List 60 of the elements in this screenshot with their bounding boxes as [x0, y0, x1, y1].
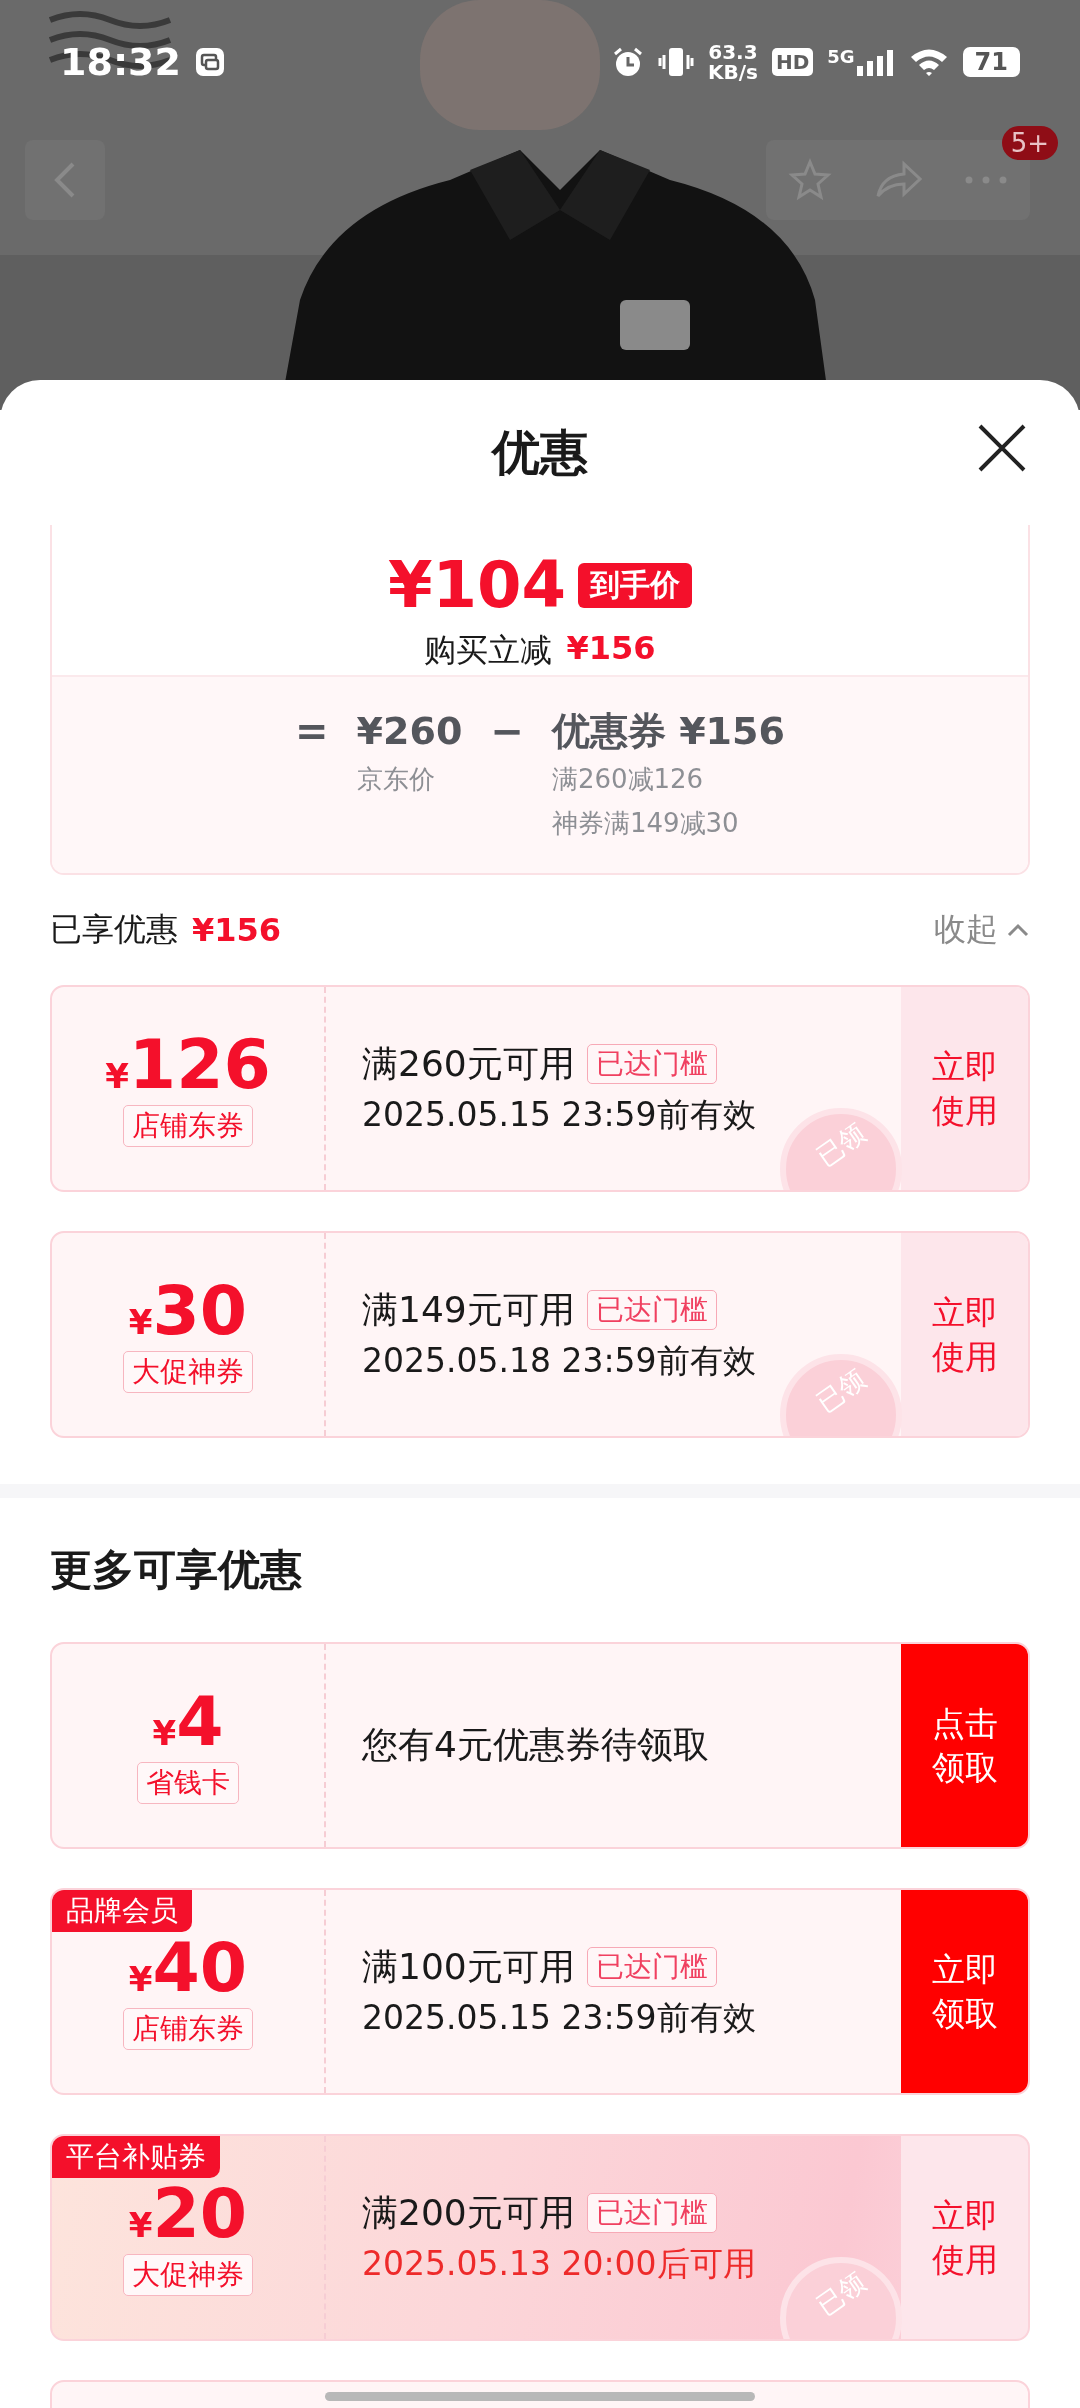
collapse-toggle[interactable]: 收起 [934, 908, 1030, 952]
section-title: 更多可享优惠 [50, 1544, 303, 1596]
coupon-amount: ¥126 [105, 1030, 271, 1099]
network-speed: 63.3 KB/s [708, 42, 758, 82]
applied-label: 已享优惠 [50, 909, 178, 950]
instant-discount-label: 购买立减 [424, 630, 553, 671]
threshold-badge: 已达门槛 [586, 1947, 717, 1987]
notification-icon [194, 47, 225, 77]
instant-discount: ¥156 [566, 629, 656, 669]
coupon-corner-label: 品牌会员 [52, 1890, 192, 1932]
coupon-validity: 2025.05.13 20:00后可用 [362, 2242, 756, 2285]
coupon-total: 优惠券 ¥156 [551, 708, 785, 755]
network-type: 5G [827, 46, 855, 67]
coupon-condition: 满100元可用 [362, 1944, 575, 1989]
coupon-action-button[interactable]: 立即使用 [901, 987, 1028, 1190]
original-price: ¥260 [356, 708, 463, 755]
coupon-detail: 神券满149减30 [551, 807, 740, 840]
back-button[interactable] [25, 140, 105, 220]
back-icon [53, 160, 77, 200]
coupon-action-button[interactable]: 立即使用 [901, 2136, 1028, 2339]
share-icon [874, 160, 922, 200]
caret-icon [1006, 922, 1030, 938]
coupon-tag: 店铺东券 [123, 1104, 253, 1147]
coupon-tag: 店铺东券 [123, 2007, 253, 2050]
threshold-badge: 已达门槛 [586, 2193, 717, 2233]
coupon-amount: ¥20 [128, 2179, 248, 2248]
coupon-tag: 大促神券 [123, 1350, 253, 1393]
coupon-action-button[interactable]: 立即领取 [901, 1890, 1028, 2093]
threshold-badge: 已达门槛 [586, 1044, 717, 1084]
original-price-label: 京东价 [356, 763, 436, 796]
minus-sign: − [490, 707, 524, 756]
coupon-tag: 省钱卡 [137, 1761, 239, 1804]
coupon-condition: 满260元可用 [362, 1041, 575, 1086]
alarm-icon [612, 46, 644, 78]
final-price-label: 到手价 [578, 562, 693, 608]
vibrate-icon [658, 46, 694, 78]
coupon-message: 您有4元优惠券待领取 [362, 1723, 709, 1767]
coupon-tag: 大促神券 [123, 2253, 253, 2296]
threshold-badge: 已达门槛 [586, 1290, 717, 1330]
star-icon [788, 158, 832, 202]
coupon-amount: ¥30 [128, 1276, 248, 1345]
applied-amount: ¥156 [192, 911, 282, 949]
battery-indicator: 71 [962, 47, 1020, 77]
coupon-amount: ¥4 [152, 1687, 224, 1756]
equals-sign: = [295, 707, 329, 756]
hd-badge: HD [771, 48, 814, 76]
coupon-condition: 满200元可用 [362, 2190, 575, 2235]
coupon-action-button[interactable]: 点击领取 [901, 1644, 1028, 1847]
coupon-condition: 满149元可用 [362, 1287, 575, 1332]
more-icon [964, 175, 1008, 185]
coupon-action-button[interactable]: 立即使用 [901, 1233, 1028, 1436]
status-time: 18:32 [60, 40, 181, 84]
sheet-title: 优惠 [492, 422, 588, 482]
coupon-validity: 2025.05.15 23:59前有效 [362, 1996, 756, 2039]
final-price: ¥104 [387, 553, 567, 617]
coupon-corner-label: 平台补贴券 [52, 2136, 220, 2178]
coupon-amount: ¥40 [128, 1933, 248, 2002]
coupon-validity: 2025.05.15 23:59前有效 [362, 1093, 756, 1136]
coupon-detail: 满260减126 [551, 763, 705, 796]
coupon-validity: 2025.05.18 23:59前有效 [362, 1339, 756, 1382]
